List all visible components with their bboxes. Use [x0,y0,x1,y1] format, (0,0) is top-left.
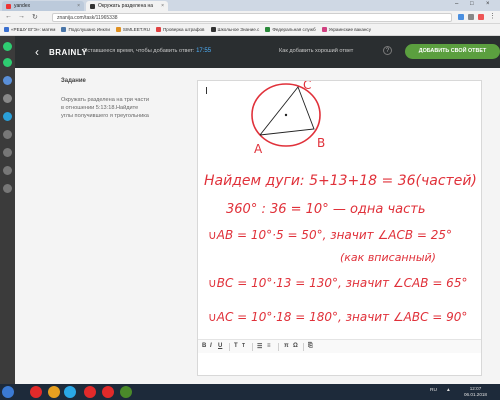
language-indicator[interactable]: RU [430,388,437,393]
forward-icon[interactable]: → [18,13,25,20]
vertex-label-a: A [254,142,263,156]
app-icon[interactable] [3,148,12,157]
bookmark-item[interactable]: Школьное Знание.c [210,27,259,32]
vk-icon[interactable] [3,76,12,85]
brainly-header: ‹ BRAINLY Оставшееся время, чтобы добави… [15,36,500,68]
reload-icon[interactable]: ↻ [32,13,38,21]
answer-editor[interactable]: C A B Найдем дуги: 5+13+18 = 36(частей) … [197,78,482,376]
clock-date: 06.01.2018 [464,392,487,397]
bookmark-item[interactable]: Федеральная служб [265,27,316,32]
back-arrow-icon[interactable]: ‹ [35,45,39,59]
numbered-list-button[interactable]: ≡ [267,343,271,349]
remaining-time-value: 17:55 [196,48,212,54]
bookmark-item[interactable]: SIMLEET.RU [115,27,150,32]
pi-symbol-button[interactable]: π [284,343,289,349]
app-icon[interactable] [120,386,132,398]
subscript-button[interactable]: T [234,343,238,349]
bookmark-favicon-icon [210,27,216,32]
bookmarks-bar: «РЕШУ ЕГЭ»: матем Подслушано Инкли SIMLE… [0,24,500,36]
bullet-list-button[interactable]: ☰ [257,343,262,350]
browser-tab-yandex[interactable]: yandex × [2,1,84,11]
solution-line: (как вписанный) [340,251,436,264]
answer-image: C A B Найдем дуги: 5+13+18 = 36(частей) … [198,78,481,339]
browser-toolbar: ← → ↻ znanija.com/task/11965338 ⋮ [0,11,500,24]
attachment-icon[interactable]: ⎘ [308,343,313,350]
opera-icon[interactable] [102,386,114,398]
omega-symbol-button[interactable]: Ω [293,343,298,349]
bookmark-favicon-icon [265,27,271,32]
solution-line: 360° : 36 = 10° — одна часть [226,202,426,217]
extension-icon[interactable] [468,14,474,20]
solution-line: ∪AB = 10°·5 = 50°, значит ∠ACB = 25° [208,228,452,242]
start-button-icon[interactable] [2,386,14,398]
bookmark-favicon-icon [321,27,327,32]
app-icon[interactable] [3,166,12,175]
instagram-icon[interactable] [3,94,12,103]
telegram-icon[interactable] [3,112,12,121]
text-cursor [206,87,207,94]
whatsapp-icon[interactable] [3,42,12,51]
browser-tab-strip: yandex × Окружать разделена на × – □ × [0,0,500,11]
triangle-drawing [259,86,315,136]
editor-toolbar: B I U T T ☰ ≡ π Ω ⎘ [198,339,481,353]
whatsapp-icon[interactable] [3,58,12,67]
close-tab-icon[interactable]: × [77,3,80,9]
italic-button[interactable]: I [210,343,212,349]
solution-line: Найдем дуги: 5+13+18 = 36(частей) [204,173,477,189]
vertex-label-b: B [317,136,325,150]
app-icon[interactable] [3,184,12,193]
bookmark-item[interactable]: «РЕШУ ЕГЭ»: матем [4,27,55,32]
minimize-window-icon[interactable]: – [455,1,458,7]
toolbar-divider [229,343,230,351]
bookmark-item[interactable]: Украинские вакансу [321,27,371,32]
bookmark-favicon-icon [155,27,161,32]
superscript-button[interactable]: T [242,343,245,349]
maximize-window-icon[interactable]: □ [470,1,474,7]
tab-label: Окружать разделена на [98,3,154,9]
address-bar-input[interactable]: znanija.com/task/11965338 [52,13,452,22]
vertex-label-c: C [303,81,311,92]
toolbar-divider [303,343,304,351]
task-title: Задание [61,78,86,84]
center-dot [284,113,288,117]
skype-icon[interactable] [64,386,76,398]
menu-icon[interactable]: ⋮ [489,12,496,20]
close-tab-icon[interactable]: × [161,3,164,9]
extension-icon[interactable] [478,14,484,20]
app-sidebar [0,36,15,384]
close-window-icon[interactable]: × [486,1,490,7]
bookmark-item[interactable]: Подслушано Инкли [61,27,110,32]
toolbar-divider [252,343,253,351]
howto-answer-link[interactable]: Как добавить хороший ответ [279,48,353,54]
yandex-favicon-icon [6,3,11,9]
opera-icon[interactable] [84,386,96,398]
os-taskbar: RU ▲ 12:07 06.01.2018 [0,384,500,400]
underline-button[interactable]: U [218,343,222,349]
solution-line: ∪AC = 10°·18 = 180°, значит ∠ABC = 90° [208,310,467,324]
brainly-logo[interactable]: BRAINLY [49,48,87,57]
answer-page: Задание Окружать разделена на три части … [15,68,500,384]
help-icon[interactable]: ? [383,46,392,55]
toolbar-divider [278,343,279,351]
back-icon[interactable]: ← [5,13,12,20]
file-explorer-icon[interactable] [48,386,60,398]
brainly-favicon-icon [90,3,95,9]
solution-line: ∪BC = 10°·13 = 130°, значит ∠CAB = 65° [208,276,467,290]
remaining-time: Оставшееся время, чтобы добавить ответ: … [83,48,212,54]
add-answer-button[interactable]: ДОБАВИТЬ СВОЙ ОТВЕТ [405,44,500,59]
tab-label: yandex [14,3,31,9]
app-icon[interactable] [3,130,12,139]
extension-icon[interactable] [458,14,464,20]
handwritten-solution: C A B Найдем дуги: 5+13+18 = 36(частей) … [204,78,477,324]
system-clock[interactable]: 12:07 06.01.2018 [464,386,487,398]
task-text: Окружать разделена на три части в отноше… [61,97,149,119]
network-icon[interactable]: ▲ [446,388,451,393]
bookmark-favicon-icon [61,27,67,32]
bookmark-favicon-icon [4,27,9,32]
browser-tab-brainly[interactable]: Окружать разделена на × [86,1,168,11]
opera-icon[interactable] [30,386,42,398]
bookmark-item[interactable]: Проверка штрафов [155,27,205,32]
bold-button[interactable]: B [202,343,206,349]
bookmark-favicon-icon [115,27,121,32]
